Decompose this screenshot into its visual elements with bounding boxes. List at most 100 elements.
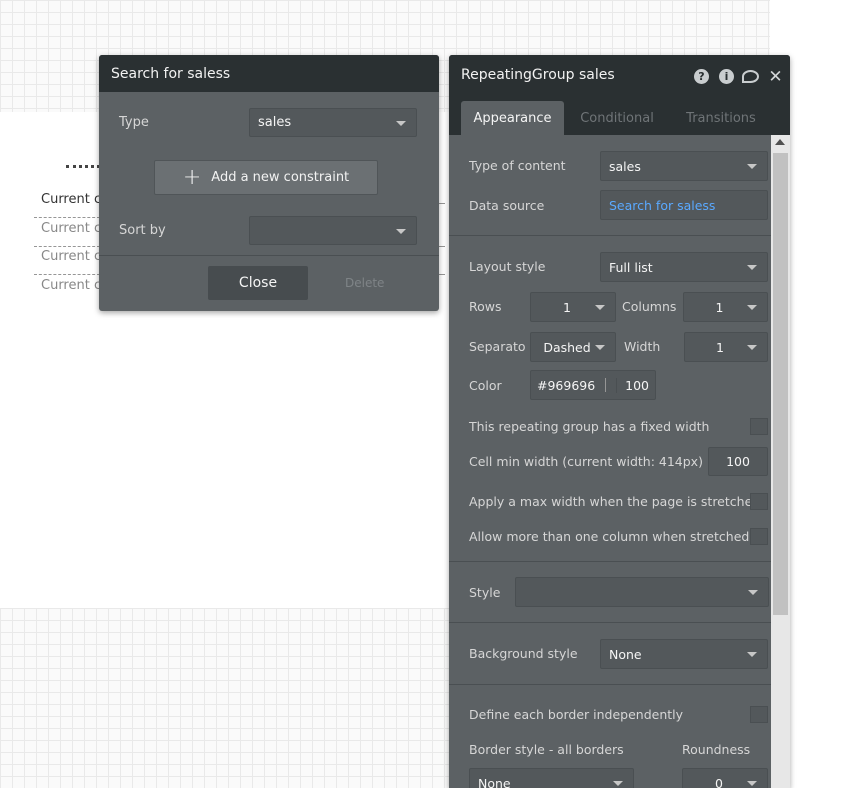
cell-min-width-input[interactable]: 100 [708,447,768,476]
canvas-row-separator [34,217,100,218]
width-label: Width [624,339,661,354]
close-button[interactable]: Close [208,266,308,300]
type-of-content-dropdown[interactable]: sales [600,151,768,181]
editor-body: Type of content sales Data source Search… [449,135,771,788]
chevron-down-icon [747,345,757,350]
rows-label: Rows [469,299,502,314]
divider [99,255,439,256]
canvas-row-text[interactable]: Current c [41,278,99,293]
separator-dropdown[interactable]: Dashed [530,332,616,362]
divider [449,684,771,685]
divider [449,622,771,623]
divider [449,235,771,236]
data-source-label: Data source [469,198,545,213]
search-popup-title: Search for saless [99,55,439,92]
search-popup: Search for saless Type sales + Add a new… [99,55,439,311]
canvas-row-text[interactable]: Current c [41,221,99,236]
rows-dropdown[interactable]: 1 [530,292,616,322]
property-editor: RepeatingGroup sales ? i ✕ Appearance Co… [449,55,790,788]
canvas-row-text[interactable]: Current c [41,249,99,264]
canvas-row-separator [34,246,100,247]
data-source-value[interactable]: Search for saless [609,198,715,213]
columns-value: 1 [715,299,724,315]
sort-by-label: Sort by [119,223,166,238]
plus-icon: + [182,164,202,190]
fixed-width-label: This repeating group has a fixed width [469,419,710,434]
chevron-down-icon [595,345,605,350]
chevron-down-icon [613,781,623,786]
layout-style-label: Layout style [469,259,546,274]
chevron-down-icon [747,265,757,270]
width-dropdown[interactable]: 1 [684,332,768,362]
more-columns-checkbox[interactable] [750,528,768,545]
columns-label: Columns [622,299,677,314]
canvas-row-separator [439,246,445,247]
background-style-value: None [609,646,642,662]
canvas-dotted-marker [66,165,100,168]
chevron-down-icon [747,652,757,657]
layout-style-value: Full list [609,259,653,275]
chevron-down-icon [747,305,757,310]
background-style-label: Background style [469,646,578,661]
tab-transitions[interactable]: Transitions [676,101,766,135]
cell-min-width-value: 100 [726,454,750,469]
cell-min-width-label: Cell min width (current width: 414px) [469,454,703,469]
border-style-dropdown[interactable]: None [469,768,634,788]
border-independent-checkbox[interactable] [750,706,768,723]
sort-by-dropdown[interactable] [249,216,417,245]
color-picker[interactable]: #969696 100 [530,370,656,400]
roundness-label: Roundness [682,742,751,757]
chevron-down-icon [595,305,605,310]
chevron-down-icon [747,164,757,169]
data-source-field[interactable]: Search for saless [600,190,768,220]
rows-value: 1 [563,299,571,315]
tab-appearance[interactable]: Appearance [461,101,564,135]
max-width-checkbox[interactable] [750,493,768,510]
separator-value: Dashed [543,339,591,355]
scrollbar-thumb[interactable] [773,153,788,615]
border-style-label: Border style - all borders [469,742,624,757]
chevron-down-icon [396,228,406,234]
editor-title: RepeatingGroup sales [461,67,615,83]
fixed-width-checkbox[interactable] [750,418,768,435]
color-opacity-value[interactable]: 100 [616,377,649,393]
type-value: sales [258,115,292,130]
canvas-row-separator [34,274,100,275]
separator-label: Separato [469,339,526,354]
max-width-label: Apply a max width when the page is stret… [469,494,761,509]
add-constraint-label: Add a new constraint [211,170,350,185]
style-label: Style [469,585,501,600]
editor-header: RepeatingGroup sales ? i ✕ Appearance Co… [449,55,790,135]
canvas-row-text[interactable]: Current c [41,192,99,207]
width-value: 1 [716,339,724,355]
canvas-grid-bottom [0,608,450,788]
chevron-down-icon [748,590,758,595]
add-constraint-button[interactable]: + Add a new constraint [154,160,378,195]
canvas-row-separator [439,203,445,204]
color-hex-value: #969696 [537,377,596,393]
canvas-row-separator [439,274,445,275]
roundness-value: 0 [715,775,723,788]
type-of-content-label: Type of content [469,158,566,173]
comment-icon[interactable] [742,70,759,83]
border-independent-label: Define each border independently [469,707,684,722]
chevron-down-icon [396,120,406,126]
chevron-down-icon [747,781,757,786]
tab-conditional[interactable]: Conditional [571,101,663,135]
columns-dropdown[interactable]: 1 [683,292,768,322]
close-icon[interactable]: ✕ [768,67,783,87]
background-style-dropdown[interactable]: None [600,639,768,669]
border-style-value: None [478,775,511,788]
type-dropdown[interactable]: sales [249,108,417,137]
layout-style-dropdown[interactable]: Full list [600,252,768,282]
more-columns-label: Allow more than one column when stretche… [469,529,750,544]
style-dropdown[interactable] [515,577,769,607]
scroll-up-arrow-icon[interactable] [775,139,785,145]
help-icon[interactable]: ? [694,69,709,84]
roundness-dropdown[interactable]: 0 [682,768,768,788]
color-swatch[interactable] [605,378,607,392]
divider [449,561,771,562]
type-label: Type [119,115,149,130]
info-icon[interactable]: i [719,69,734,84]
delete-button[interactable]: Delete [345,276,384,290]
